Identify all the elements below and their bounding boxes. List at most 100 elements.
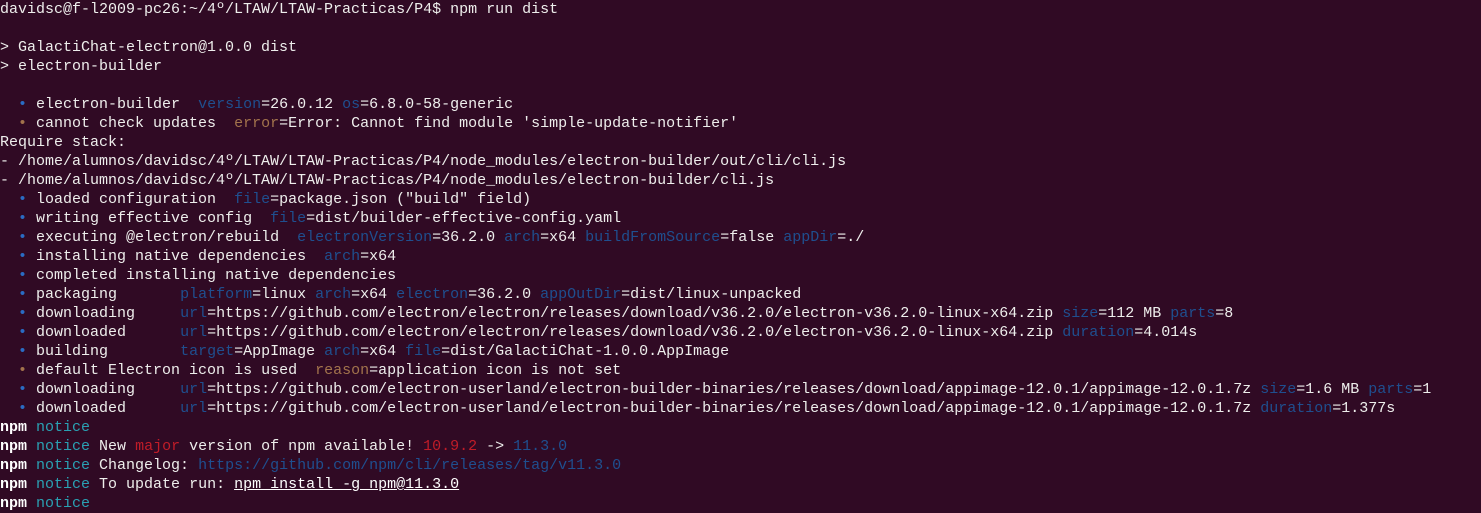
terminal-line: • completed installing native dependenci… bbox=[0, 266, 1481, 285]
terminal-text: Require stack: bbox=[0, 134, 127, 151]
terminal-text: building bbox=[27, 343, 181, 360]
terminal-line: • downloading url=https://github.com/ele… bbox=[0, 304, 1481, 323]
terminal-text: npm bbox=[0, 457, 28, 474]
terminal-text: =dist/GalactiChat-1.0.0.AppImage bbox=[441, 343, 730, 360]
terminal-line: npm notice To update run: npm install -g… bbox=[0, 475, 1481, 494]
terminal-text: > GalactiChat-electron@1.0.0 dist bbox=[0, 39, 298, 56]
terminal-text: default Electron icon is used bbox=[27, 362, 316, 379]
bullet-icon: • bbox=[18, 343, 28, 360]
terminal-text: url bbox=[180, 381, 208, 398]
terminal-line: - /home/alumnos/davidsc/4º/LTAW/LTAW-Pra… bbox=[0, 152, 1481, 171]
terminal-text: notice bbox=[36, 476, 91, 493]
terminal-line: • installing native dependencies arch=x6… bbox=[0, 247, 1481, 266]
terminal-text: =x64 bbox=[540, 229, 586, 246]
terminal-text: Changelog: bbox=[90, 457, 199, 474]
terminal-text: =26.0.12 bbox=[261, 96, 343, 113]
terminal-text: duration bbox=[1260, 400, 1333, 417]
terminal-text: arch bbox=[324, 248, 361, 265]
bullet-icon: • bbox=[18, 286, 28, 303]
terminal-text: electronVersion bbox=[297, 229, 433, 246]
terminal-text: =AppImage bbox=[234, 343, 325, 360]
terminal-line: • default Electron icon is used reason=a… bbox=[0, 361, 1481, 380]
bullet-icon: • bbox=[18, 115, 28, 132]
terminal-line: npm notice bbox=[0, 418, 1481, 437]
terminal-text: installing native dependencies bbox=[27, 248, 325, 265]
terminal-line: • downloaded url=https://github.com/elec… bbox=[0, 323, 1481, 342]
terminal-line: • writing effective config file=dist/bui… bbox=[0, 209, 1481, 228]
terminal-text: platform bbox=[180, 286, 253, 303]
terminal-text: =x64 bbox=[360, 248, 397, 265]
bullet-icon: • bbox=[18, 381, 28, 398]
terminal-text: downloaded bbox=[27, 324, 181, 341]
terminal-text: version bbox=[198, 96, 262, 113]
terminal-text: parts bbox=[1368, 381, 1414, 398]
terminal-text: =dist/linux-unpacked bbox=[621, 286, 802, 303]
terminal-text: - /home/alumnos/davidsc/4º/LTAW/LTAW-Pra… bbox=[0, 172, 775, 189]
terminal-output[interactable]: davidsc@f-l2009-pc26:~/4º/LTAW/LTAW-Prac… bbox=[0, 0, 1481, 513]
terminal-text: =https://github.com/electron/electron/re… bbox=[207, 305, 1063, 322]
terminal-text: os bbox=[342, 96, 361, 113]
terminal-text: =x64 bbox=[360, 343, 406, 360]
terminal-text: =1.6 MB bbox=[1296, 381, 1369, 398]
terminal-text: To update run: bbox=[90, 476, 235, 493]
terminal-text: buildFromSource bbox=[585, 229, 721, 246]
terminal-text: notice bbox=[36, 438, 91, 455]
terminal-text: =36.2.0 bbox=[432, 229, 505, 246]
bullet-icon: • bbox=[18, 248, 28, 265]
terminal-text: arch bbox=[315, 286, 352, 303]
terminal-text[interactable]: npm install -g npm@11.3.0 bbox=[234, 476, 459, 493]
terminal-text: file bbox=[234, 191, 271, 208]
terminal-text: notice bbox=[36, 457, 91, 474]
bullet-icon: • bbox=[18, 400, 28, 417]
terminal-text: =./ bbox=[837, 229, 865, 246]
terminal-text: major bbox=[135, 438, 181, 455]
terminal-line: > electron-builder bbox=[0, 57, 1481, 76]
bullet-icon: • bbox=[18, 96, 28, 113]
terminal-text: npm bbox=[0, 419, 28, 436]
terminal-text: notice bbox=[36, 419, 91, 436]
terminal-line: Require stack: bbox=[0, 133, 1481, 152]
terminal-text: =false bbox=[720, 229, 784, 246]
terminal-text: parts bbox=[1170, 305, 1216, 322]
terminal-text: notice bbox=[36, 495, 91, 512]
terminal-text: downloading bbox=[27, 381, 181, 398]
terminal-line: npm notice Changelog: https://github.com… bbox=[0, 456, 1481, 475]
terminal-text: url bbox=[180, 324, 208, 341]
terminal-line: • executing @electron/rebuild electronVe… bbox=[0, 228, 1481, 247]
bullet-icon: • bbox=[18, 362, 28, 379]
terminal-text: reason bbox=[315, 362, 370, 379]
terminal-line: • packaging platform=linux arch=x64 elec… bbox=[0, 285, 1481, 304]
terminal-line: • electron-builder version=26.0.12 os=6.… bbox=[0, 95, 1481, 114]
terminal-line: > GalactiChat-electron@1.0.0 dist bbox=[0, 38, 1481, 57]
terminal-text: =https://github.com/electron/electron/re… bbox=[207, 324, 1063, 341]
terminal-text: =Error: Cannot find module 'simple-updat… bbox=[279, 115, 739, 132]
terminal-text: npm bbox=[0, 495, 28, 512]
terminal-line: • building target=AppImage arch=x64 file… bbox=[0, 342, 1481, 361]
terminal-text: https://github.com/npm/cli/releases/tag/… bbox=[198, 457, 622, 474]
terminal-text: 10.9.2 bbox=[423, 438, 478, 455]
terminal-line: • cannot check updates error=Error: Cann… bbox=[0, 114, 1481, 133]
terminal-text: completed installing native dependencies bbox=[27, 267, 397, 284]
bullet-icon: • bbox=[18, 267, 28, 284]
terminal-text: downloaded bbox=[27, 400, 181, 417]
terminal-text: =application icon is not set bbox=[369, 362, 622, 379]
terminal-line: • loaded configuration file=package.json… bbox=[0, 190, 1481, 209]
terminal-text: =8 bbox=[1215, 305, 1234, 322]
terminal-text: url bbox=[180, 400, 208, 417]
terminal-line: davidsc@f-l2009-pc26:~/4º/LTAW/LTAW-Prac… bbox=[0, 0, 1481, 19]
terminal-text: =package.json ("build" field) bbox=[270, 191, 532, 208]
terminal-text: =4.014s bbox=[1134, 324, 1198, 341]
terminal-text: =https://github.com/electron-userland/el… bbox=[207, 381, 1261, 398]
terminal-text: duration bbox=[1062, 324, 1135, 341]
